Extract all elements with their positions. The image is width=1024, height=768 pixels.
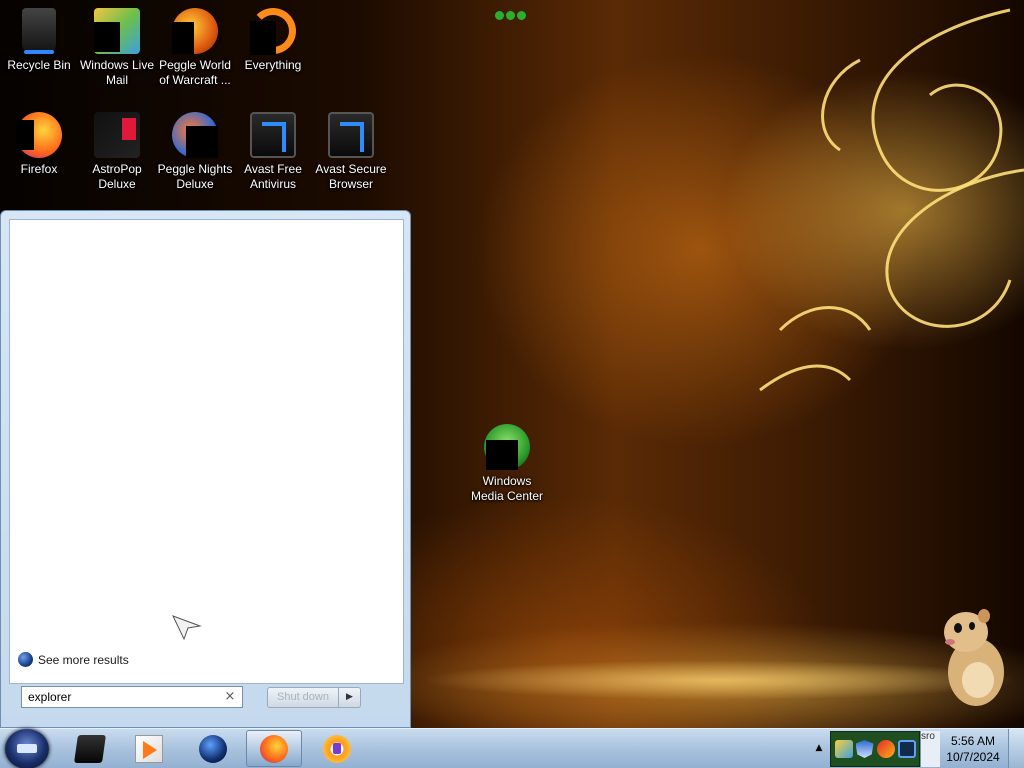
- peggle-nights-icon: [172, 112, 218, 158]
- recycle-bin-icon: [22, 8, 56, 54]
- desktop-icon-firefox[interactable]: Firefox: [0, 112, 78, 177]
- desktop-icon-label: Windows Media Center: [470, 474, 544, 503]
- taskbar-globe-app[interactable]: [185, 730, 241, 767]
- monitor-icon[interactable]: [897, 740, 916, 758]
- desktop-icon-label: Everything: [244, 58, 302, 72]
- tray-browser-icon[interactable]: [876, 740, 895, 758]
- avast-browser-icon: [323, 734, 351, 763]
- tray-app-icon[interactable]: [834, 740, 853, 758]
- desktop-icon-label: AstroPop Deluxe: [92, 162, 142, 191]
- desktop-icon-label: Windows Live Mail: [79, 58, 155, 87]
- firefox-icon: [16, 112, 62, 158]
- tray-overflow-strip[interactable]: sro: [920, 731, 940, 767]
- desktop-icon-peggle-wow[interactable]: Peggle World of Warcraft ...: [156, 8, 234, 88]
- wallpaper-glow: [420, 660, 1020, 700]
- start-search-input[interactable]: explorer: [21, 686, 243, 708]
- avast-antivirus-icon: [250, 112, 296, 158]
- avast-browser-icon: [328, 112, 374, 158]
- desktop-icon-label: Recycle Bin: [7, 58, 71, 72]
- show-hidden-icons-button[interactable]: ▲: [813, 738, 825, 758]
- desktop-icon-label: Firefox: [20, 162, 58, 176]
- mail-icon: [94, 8, 140, 54]
- globe-icon: [199, 734, 227, 763]
- taskbar-firefox[interactable]: [246, 730, 302, 767]
- show-desktop-button[interactable]: [1008, 729, 1024, 768]
- search-results-area: See more results: [9, 219, 404, 684]
- see-more-results-link[interactable]: See more results: [18, 652, 129, 667]
- hamster-gadget[interactable]: [938, 606, 1008, 708]
- desktop-icon-label: Avast Secure Browser: [315, 162, 387, 191]
- clock-date: 10/7/2024: [946, 750, 1000, 764]
- desktop-icon-windows-media-center[interactable]: Windows Media Center: [468, 424, 546, 504]
- desktop-icon-windows-live-mail[interactable]: Windows Live Mail: [78, 8, 156, 88]
- taskbar-media-player[interactable]: [121, 730, 177, 767]
- wallpaper-swirl: [759, 8, 1024, 392]
- peggle-wow-icon: [172, 8, 218, 54]
- desktop-icon-label: Avast Free Antivirus: [244, 162, 302, 191]
- clear-search-icon[interactable]: ×: [223, 690, 237, 704]
- clock-time: 5:56 AM: [950, 734, 996, 748]
- astropop-icon: [94, 112, 140, 158]
- firefox-icon: [260, 734, 288, 763]
- shut-down-button[interactable]: Shut down: [267, 687, 339, 708]
- desktop-icon-label: Peggle World of Warcraft ...: [159, 58, 231, 87]
- explorer-icon: [74, 734, 106, 763]
- security-shield-icon[interactable]: [855, 740, 874, 758]
- desktop-icon-everything[interactable]: Everything: [234, 8, 312, 73]
- desktop-icon-label: Peggle Nights Deluxe: [157, 162, 233, 191]
- desktop-icon-recycle-bin[interactable]: Recycle Bin: [0, 8, 78, 73]
- taskbar-avast-secure-browser[interactable]: [309, 730, 365, 767]
- media-player-icon: [135, 734, 163, 763]
- system-clock[interactable]: 5:56 AM 10/7/2024: [940, 731, 1006, 767]
- wallpaper-dots: [495, 5, 529, 20]
- shut-down-options-button[interactable]: ▶: [339, 687, 361, 708]
- everything-icon: [250, 8, 296, 55]
- desktop-icon-peggle-nights[interactable]: Peggle Nights Deluxe: [156, 112, 234, 192]
- desktop-icon-astropop[interactable]: AstroPop Deluxe: [78, 112, 156, 192]
- start-button[interactable]: [5, 729, 49, 768]
- notification-area: [830, 731, 920, 767]
- start-menu-panel: See more results explorer × Shut down ▶: [0, 210, 411, 728]
- media-center-icon: [484, 424, 530, 470]
- desktop-icon-avast-browser[interactable]: Avast Secure Browser: [312, 112, 390, 192]
- desktop-icon-avast-antivirus[interactable]: Avast Free Antivirus: [234, 112, 312, 192]
- mouse-cursor-icon: [172, 615, 202, 640]
- search-globe-icon: [18, 652, 33, 667]
- see-more-results-label: See more results: [38, 652, 129, 667]
- taskbar-windows-explorer[interactable]: [62, 730, 118, 767]
